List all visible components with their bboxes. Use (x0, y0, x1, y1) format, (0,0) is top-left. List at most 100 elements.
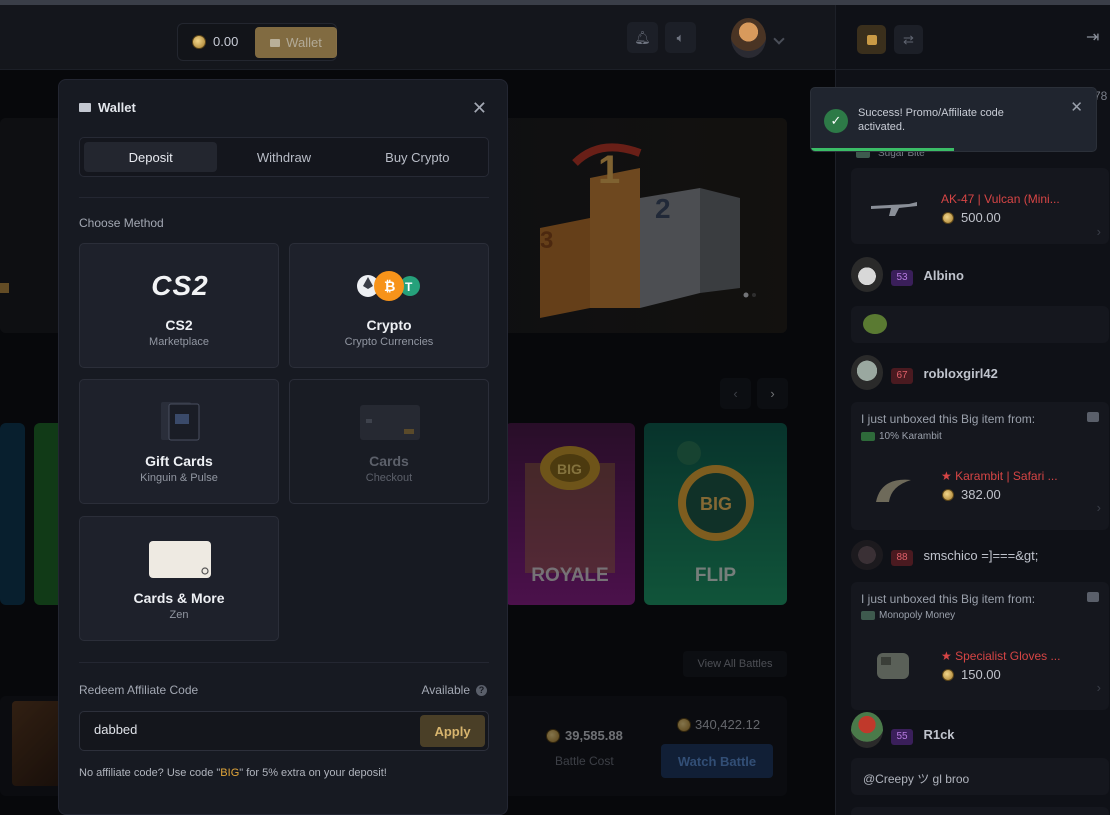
close-icon[interactable]: ✕ (1070, 98, 1083, 116)
karambit-icon (876, 479, 911, 502)
modal-header: Wallet (79, 100, 136, 115)
drop-source: 10% Karambit (861, 431, 942, 442)
drop-card[interactable]: I just unboxed this Big item from: 10% K… (851, 402, 1109, 530)
level-badge: 67 (891, 368, 913, 384)
divider (79, 197, 489, 198)
toast-progress-bar (811, 148, 954, 151)
drop-value: 150.00 (961, 667, 1001, 682)
method-title: Cards & More (133, 590, 225, 606)
chat-username[interactable]: R1ck (923, 727, 954, 742)
method-subtitle: Crypto Currencies (344, 336, 434, 348)
card-icon (360, 405, 420, 440)
method-subtitle: Kinguin & Pulse (140, 472, 218, 484)
method-title: Crypto (366, 317, 412, 333)
drop-value: 500.00 (961, 210, 1001, 225)
success-toast: ✓ Success! Promo/Affiliate code activate… (810, 87, 1097, 152)
drop-card[interactable]: AK-47 | Vulcan (Mini... 500.00 › (851, 168, 1109, 244)
balance-amount: 0.00 (213, 34, 239, 49)
case-icon (1087, 592, 1099, 602)
chat-user-line: 53 Albino (891, 267, 964, 286)
drop-card[interactable]: I just unboxed this Big item from: Monop… (851, 582, 1109, 710)
chevron-down-icon[interactable] (773, 33, 785, 45)
svg-text:T: T (405, 280, 413, 294)
chat-username[interactable]: Albino (923, 268, 963, 283)
drop-item-name: AK-47 | Vulcan (Mini... (941, 192, 1060, 206)
collapse-panel-icon[interactable]: ⇥ (1086, 27, 1099, 47)
drop-value: 382.00 (961, 487, 1001, 502)
redeem-affiliate-label: Redeem Affiliate Code (79, 683, 199, 697)
chat-message-partial (851, 807, 1109, 815)
user-avatar[interactable] (851, 712, 883, 748)
chevron-right-icon: › (1096, 500, 1101, 515)
drop-source: Monopoly Money (861, 610, 955, 621)
balance-box: 0.00 Wallet (177, 23, 337, 61)
wallet-modal: Wallet ✕ Deposit Withdraw Buy Crypto Cho… (58, 79, 508, 815)
mute-speaker-icon[interactable]: 🔈︎ (665, 22, 696, 53)
chat-message-text: @Creepy ツ gl broo (863, 772, 970, 786)
user-avatar[interactable] (851, 540, 883, 570)
chat-icon (866, 34, 877, 45)
tab-deposit[interactable]: Deposit (84, 142, 218, 172)
chat-user-line: 67 robloxgirl42 (891, 365, 998, 384)
swap-arrows-icon[interactable]: ⇄ (894, 25, 923, 54)
modal-title: Wallet (98, 100, 136, 115)
wallet-button[interactable]: Wallet (255, 27, 337, 58)
method-cs2[interactable]: CS2 CS2 Marketplace (79, 243, 279, 368)
coin-icon (942, 212, 954, 224)
cs2-logo: CS2 (151, 270, 209, 301)
method-subtitle: Marketplace (149, 336, 209, 348)
level-badge: 53 (891, 270, 913, 286)
chat-toggle-button[interactable] (857, 25, 886, 54)
tab-withdraw[interactable]: Withdraw (217, 142, 350, 172)
crypto-coins-icon: T ₿ (357, 271, 420, 301)
chat-message (851, 306, 1109, 343)
close-icon[interactable]: ✕ (472, 98, 487, 119)
method-subtitle: Zen (169, 609, 189, 621)
chat-panel-header: ⇄ ⇥ (836, 5, 1110, 70)
affiliate-hint: No affiliate code? Use code "BIG" for 5%… (79, 767, 387, 779)
apply-button[interactable]: Apply (420, 715, 485, 747)
chat-user-line: 88 smschico =]===&gt; (891, 547, 1038, 566)
case-icon (861, 431, 875, 441)
method-title: Cards (369, 453, 409, 469)
method-crypto[interactable]: T ₿ Crypto Crypto Currencies (289, 243, 489, 368)
wallet-tabs: Deposit Withdraw Buy Crypto (79, 137, 489, 177)
tab-buy-crypto[interactable]: Buy Crypto (351, 142, 484, 172)
notifications-bell-icon[interactable]: 🔔︎ (627, 22, 658, 53)
user-avatar[interactable] (731, 18, 766, 58)
drop-item-name: ★ Specialist Gloves ... (941, 649, 1061, 663)
drop-intro: I just unboxed this Big item from: (861, 412, 1036, 426)
chevron-right-icon: › (1096, 680, 1101, 695)
chat-user-line: 55 R1ck (891, 726, 955, 745)
toast-message: Success! Promo/Affiliate code activated. (858, 107, 1004, 133)
user-avatar[interactable] (851, 257, 883, 292)
user-avatar[interactable] (851, 355, 883, 390)
coin-icon (192, 35, 206, 49)
affiliate-code-input[interactable] (94, 722, 394, 737)
chat-username[interactable]: robloxgirl42 (923, 366, 997, 381)
method-gift-cards[interactable]: Gift Cards Kinguin & Pulse (79, 379, 279, 504)
chat-message: @Creepy ツ gl broo (851, 758, 1109, 795)
case-icon (1087, 412, 1099, 422)
coin-icon (942, 489, 954, 501)
gift-cards-icon (161, 402, 200, 441)
chevron-right-icon: › (1096, 224, 1101, 239)
zen-card-icon (149, 541, 211, 578)
wallet-button-label: Wallet (286, 35, 322, 50)
level-badge: 55 (891, 729, 913, 745)
level-badge: 88 (891, 550, 913, 566)
method-cards-and-more[interactable]: Cards & More Zen (79, 516, 279, 641)
method-cards[interactable]: Cards Checkout (289, 379, 489, 504)
affiliate-code-field[interactable]: Apply (79, 711, 489, 751)
case-icon (861, 610, 875, 620)
choose-method-label: Choose Method (79, 216, 164, 230)
method-title: Gift Cards (145, 453, 213, 469)
gloves-icon (877, 653, 909, 679)
divider (79, 662, 489, 663)
chat-username[interactable]: smschico =]===&gt; (923, 548, 1038, 563)
pepe-emote-icon (863, 314, 887, 334)
wallet-icon (79, 103, 91, 112)
check-icon: ✓ (824, 109, 848, 133)
method-title: CS2 (165, 317, 193, 333)
info-icon[interactable]: ? (476, 685, 487, 697)
